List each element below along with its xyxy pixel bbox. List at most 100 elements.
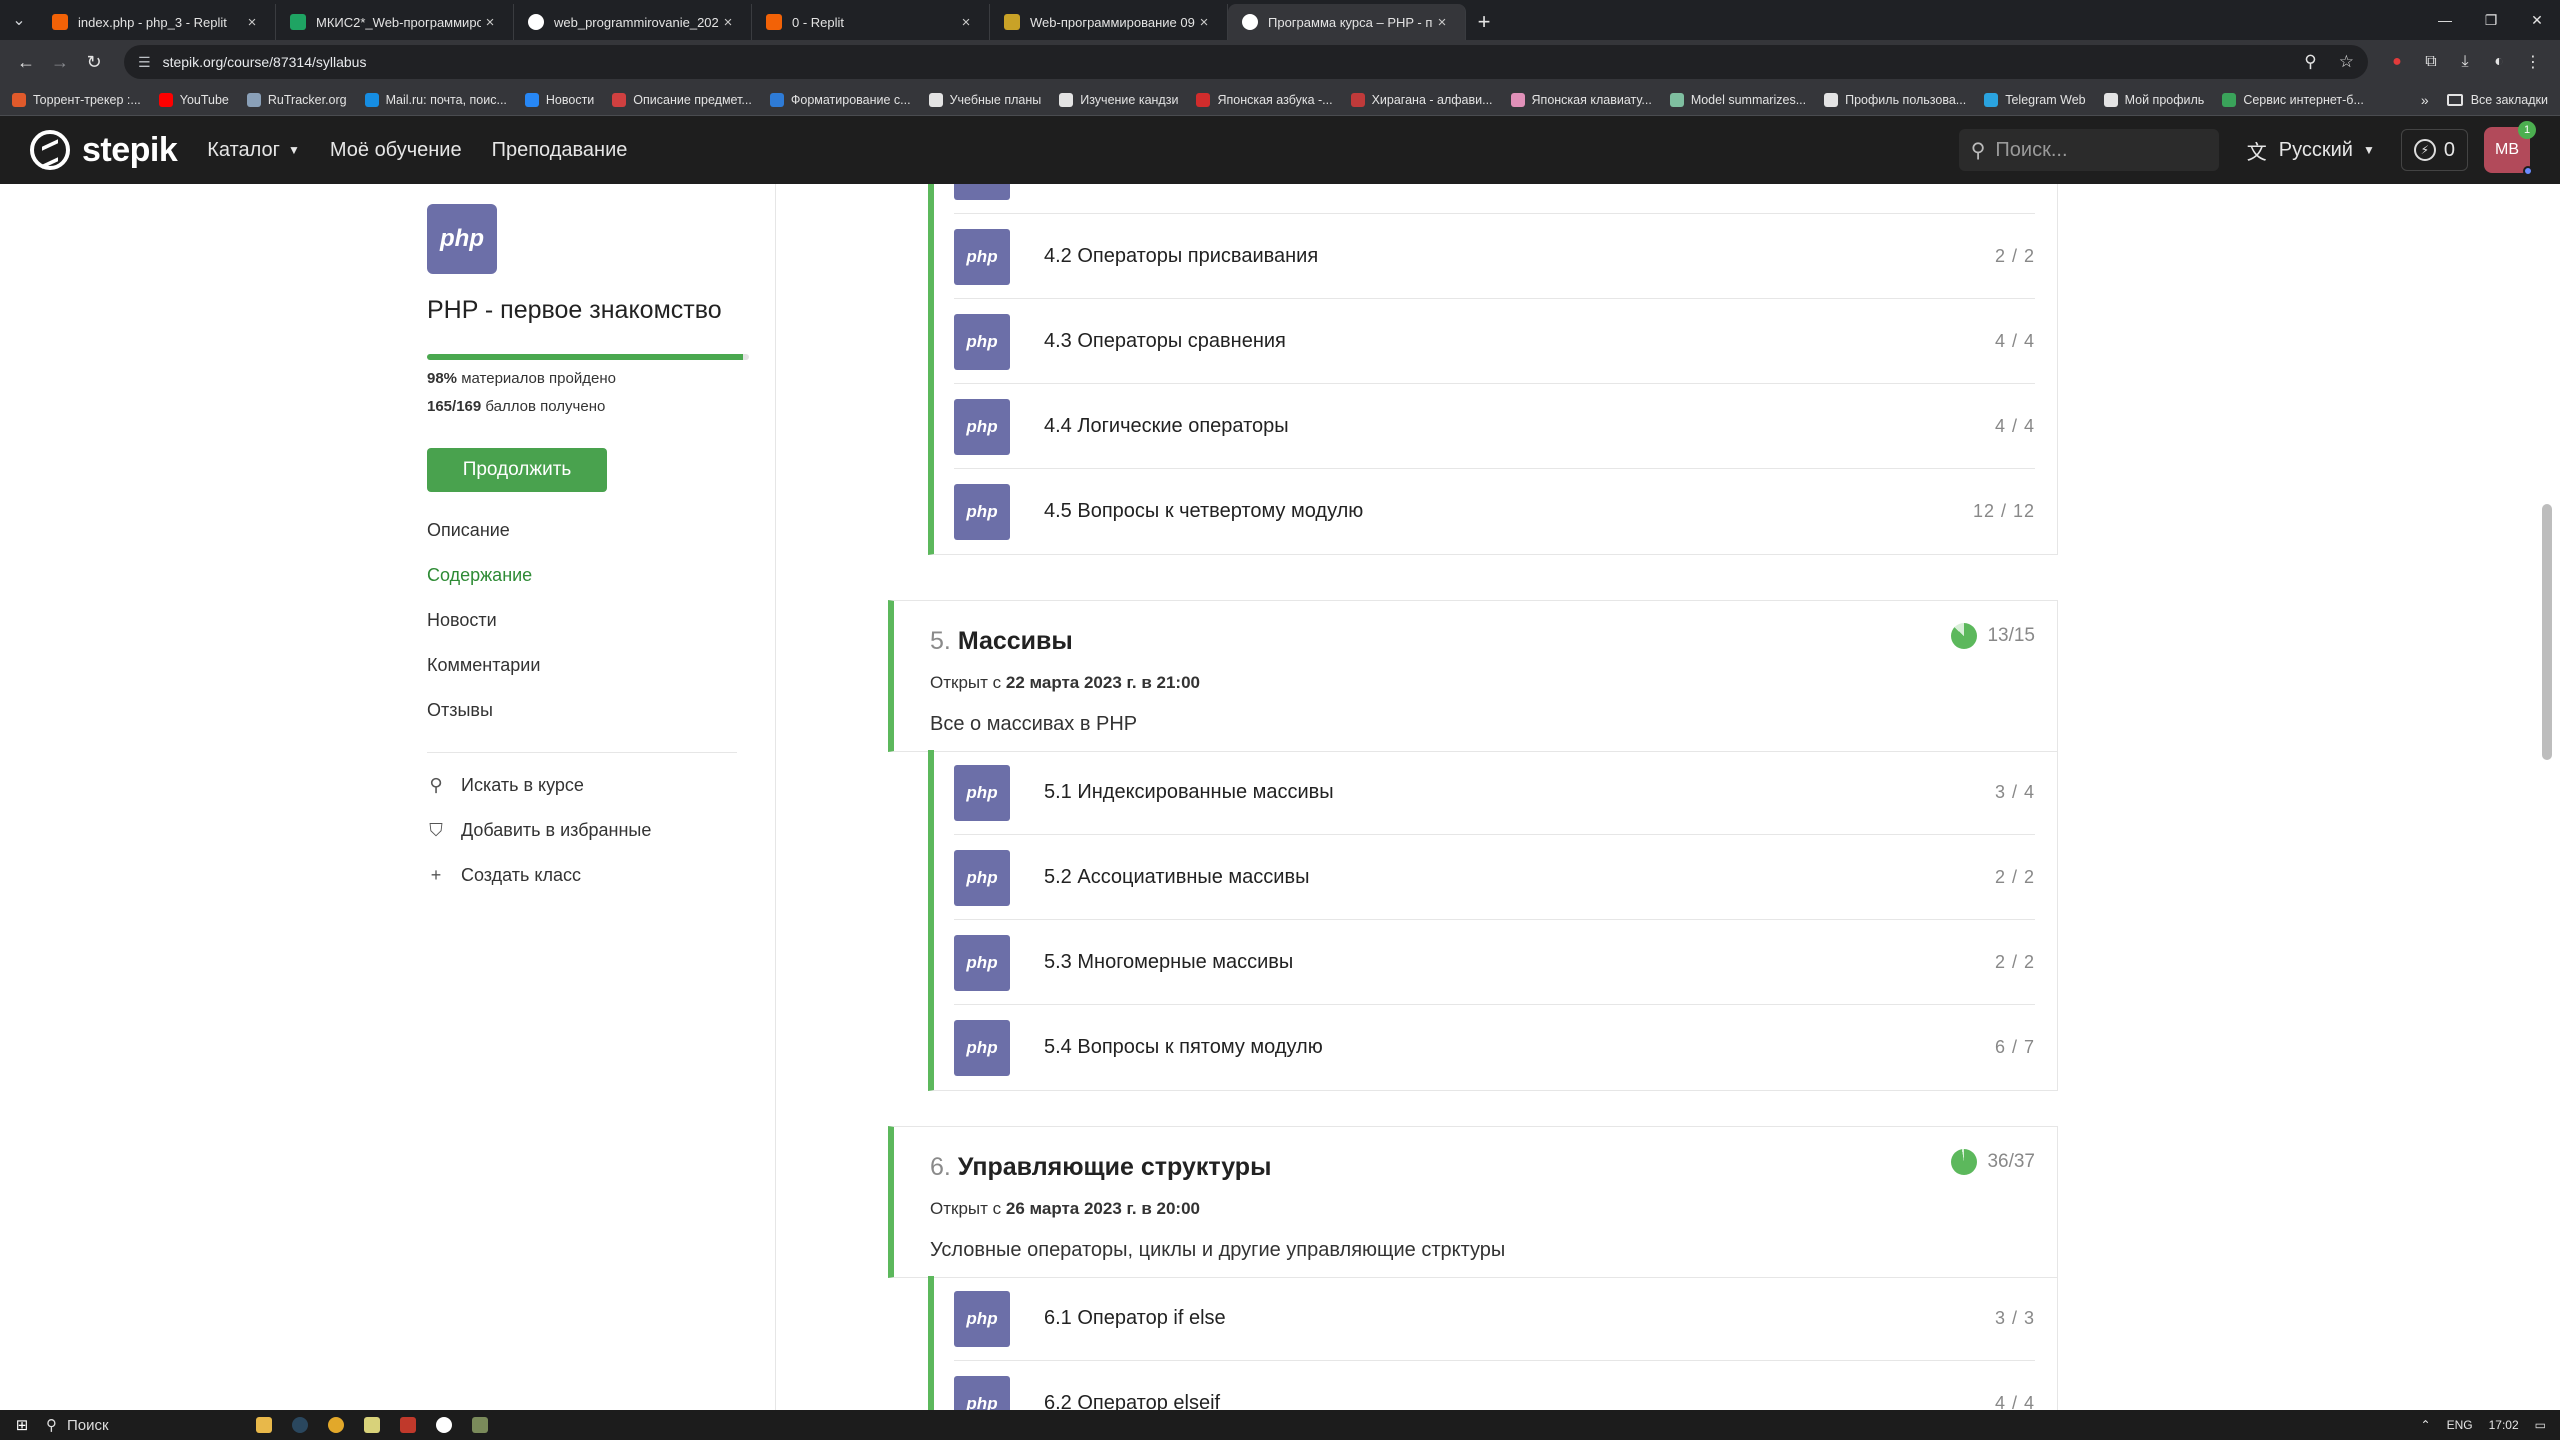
close-tab-icon[interactable]: × (1433, 14, 1451, 31)
bookmark-item[interactable]: Японская клавиату... (1510, 92, 1652, 107)
close-window-icon[interactable]: ✕ (2514, 0, 2560, 40)
bookmark-item[interactable]: Model summarizes... (1669, 92, 1806, 107)
profile-icon[interactable]: ◐ (2482, 46, 2516, 78)
bookmark-item[interactable]: Торрент-трекер :... (12, 92, 141, 107)
stepik-logo[interactable]: stepik (30, 130, 178, 170)
windows-start-icon[interactable]: ⊞ (8, 1415, 36, 1435)
lesson-title[interactable]: 5.1 Индексированные массивы (1044, 781, 1334, 804)
back-icon[interactable]: ← (10, 46, 42, 78)
browser-tab-active[interactable]: Программа курса – PHP - пер × (1228, 4, 1466, 40)
minimize-icon[interactable]: — (2422, 0, 2468, 40)
site-info-icon[interactable]: ☰ (138, 54, 151, 71)
my-learning-link[interactable]: Моё обучение (330, 139, 462, 162)
new-tab-icon[interactable]: + (1466, 4, 1502, 40)
forward-icon[interactable]: → (44, 46, 76, 78)
lesson-row[interactable]: php 5.4 Вопросы к пятому модулю 6 / 7 (934, 1005, 2057, 1090)
bookmark-item[interactable]: Японская азбука -... (1196, 92, 1333, 107)
close-tab-icon[interactable]: × (957, 14, 975, 31)
nav-reviews[interactable]: Отзывы (427, 698, 540, 743)
lesson-title[interactable]: 4.2 Операторы присваивания (1044, 245, 1318, 268)
input-language[interactable]: ENG (2447, 1418, 2473, 1432)
browser-tab[interactable]: index.php - php_3 - Replit × (38, 4, 276, 40)
bookmark-item[interactable]: Telegram Web (1984, 92, 2086, 107)
search-in-course-action[interactable]: ⚲ Искать в курсе (427, 775, 584, 796)
app-icon[interactable] (390, 1410, 426, 1440)
lesson-row[interactable]: php 6.2 Оператор elseif 4 / 4 (934, 1361, 2057, 1410)
course-title[interactable]: PHP - первое знакомство (427, 296, 722, 325)
restore-icon[interactable]: ❐ (2468, 0, 2514, 40)
app-icon[interactable] (462, 1410, 498, 1440)
lesson-row[interactable]: php 4.4 Логические операторы 4 / 4 (934, 384, 2057, 469)
all-bookmarks-button[interactable]: Все закладки (2446, 93, 2548, 107)
course-logo[interactable]: php (427, 204, 497, 274)
bookmark-item[interactable]: Учебные планы (928, 92, 1041, 107)
site-search-input[interactable]: ⚲ Поиск... (1958, 129, 2219, 171)
bookmark-item[interactable]: Описание предмет... (612, 92, 752, 107)
bookmark-item[interactable]: Mail.ru: почта, поис... (364, 92, 507, 107)
nav-comments[interactable]: Комментарии (427, 653, 540, 698)
clock[interactable]: 17:02 (2489, 1418, 2519, 1432)
tray-chevron-icon[interactable]: ⌃ (2421, 1418, 2431, 1432)
taskbar-search[interactable]: ⚲ Поиск (46, 1413, 246, 1437)
zoom-icon[interactable]: ⚲ (2304, 52, 2316, 72)
browser-tab[interactable]: web_programmirovanie_2024/ × (514, 4, 752, 40)
extensions-puzzle-icon[interactable]: ⧉ (2414, 46, 2448, 78)
bookmark-item[interactable]: Новости (524, 92, 594, 107)
extension-icon[interactable]: ● (2380, 46, 2414, 78)
steam-icon[interactable] (282, 1410, 318, 1440)
bookmark-item[interactable]: Мой профиль (2103, 92, 2204, 107)
module-title[interactable]: 5. Массивы (930, 627, 1073, 656)
lesson-row[interactable]: php 5.2 Ассоциативные массивы 2 / 2 (934, 835, 2057, 920)
bookmark-item[interactable]: Сервис интернет-б... (2222, 92, 2364, 107)
continue-button[interactable]: Продолжить (427, 448, 607, 492)
chrome-icon[interactable] (318, 1410, 354, 1440)
scrollbar-thumb[interactable] (2542, 504, 2552, 760)
lesson-row[interactable]: php 5.1 Индексированные массивы 3 / 4 (934, 750, 2057, 835)
lesson-title[interactable]: 4.3 Операторы сравнения (1044, 330, 1286, 353)
bookmark-star-icon[interactable]: ☆ (2339, 52, 2354, 72)
bookmark-item[interactable]: YouTube (158, 92, 229, 107)
lesson-title[interactable]: 4.4 Логические операторы (1044, 415, 1289, 438)
lesson-row[interactable]: php 6.1 Оператор if else 3 / 3 (934, 1276, 2057, 1361)
lesson-title[interactable]: 6.1 Оператор if else (1044, 1307, 1226, 1330)
lesson-title[interactable]: 5.3 Многомерные массивы (1044, 951, 1293, 974)
nav-news[interactable]: Новости (427, 608, 540, 653)
add-to-favorites-action[interactable]: ⛉ Добавить в избранные (427, 820, 651, 841)
reload-icon[interactable]: ↻ (78, 46, 110, 78)
browser-tab[interactable]: 0 - Replit × (752, 4, 990, 40)
lesson-title[interactable]: 4.5 Вопросы к четвертому модулю (1044, 500, 1363, 523)
close-tab-icon[interactable]: × (243, 14, 261, 31)
browser-tab[interactable]: МКИС2*_Web-программирова × (276, 4, 514, 40)
catalog-menu[interactable]: Каталог ▼ (207, 139, 300, 162)
user-avatar[interactable]: MB 1 (2484, 121, 2536, 176)
lesson-title[interactable]: 5.4 Вопросы к пятому модулю (1044, 1036, 1323, 1059)
close-tab-icon[interactable]: × (719, 14, 737, 31)
url-field[interactable]: ☰ stepik.org/course/87314/syllabus ⚲ ☆ (124, 45, 2368, 79)
nav-description[interactable]: Описание (427, 518, 540, 563)
energy-counter[interactable]: ⚡ 0 (2400, 129, 2468, 171)
download-icon[interactable]: ⤓ (2448, 46, 2482, 78)
lesson-title[interactable]: 5.2 Ассоциативные массивы (1044, 866, 1309, 889)
lesson-row[interactable]: php 4.3 Операторы сравнения 4 / 4 (934, 299, 2057, 384)
app-icon[interactable] (426, 1410, 462, 1440)
file-explorer-icon[interactable] (246, 1410, 282, 1440)
bookmark-item[interactable]: Хирагана - алфави... (1350, 92, 1493, 107)
module-title[interactable]: 6. Управляющие структуры (930, 1153, 1271, 1182)
lesson-row[interactable]: php 4.5 Вопросы к четвертому модулю 12 / 1… (934, 469, 2057, 554)
nav-contents[interactable]: Содержание (427, 563, 540, 608)
page-scrollbar[interactable] (2532, 184, 2560, 1410)
browser-tab[interactable]: Web-программирование 09.0 × (990, 4, 1228, 40)
lesson-row[interactable]: php (934, 184, 2057, 214)
create-class-action[interactable]: + Создать класс (427, 865, 581, 886)
language-selector[interactable]: 文 Русский ▼ (2247, 136, 2375, 165)
teaching-link[interactable]: Преподавание (492, 139, 628, 162)
notifications-icon[interactable]: ▭ (2535, 1418, 2546, 1432)
notes-icon[interactable] (354, 1410, 390, 1440)
lesson-row[interactable]: php 5.3 Многомерные массивы 2 / 2 (934, 920, 2057, 1005)
more-bookmarks-icon[interactable]: » (2421, 92, 2429, 108)
close-tab-icon[interactable]: × (481, 14, 499, 31)
bookmark-item[interactable]: Изучение кандзи (1059, 92, 1178, 107)
lesson-row[interactable]: php 4.2 Операторы присваивания 2 / 2 (934, 214, 2057, 299)
lesson-title[interactable]: 6.2 Оператор elseif (1044, 1392, 1220, 1410)
bookmark-item[interactable]: RuTracker.org (246, 92, 347, 107)
